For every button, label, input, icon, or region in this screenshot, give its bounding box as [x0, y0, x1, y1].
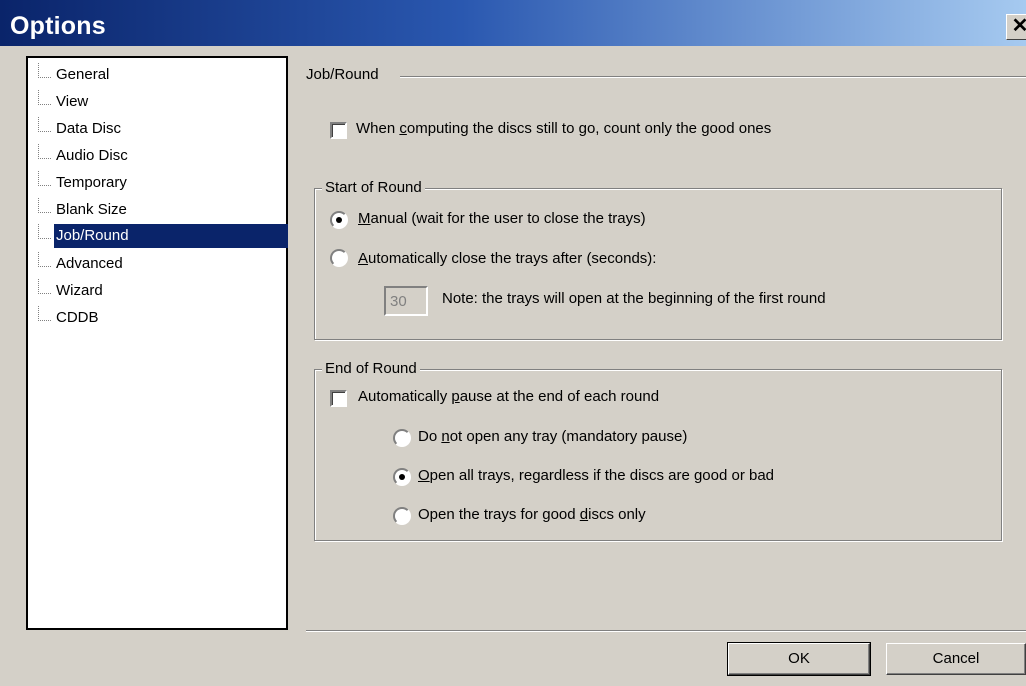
tree-connector [38, 63, 51, 78]
tree-connector [38, 252, 51, 267]
tree-connector [38, 279, 51, 294]
button-separator-highlight [306, 631, 1026, 632]
manual-label[interactable]: Manual (wait for the user to close the t… [358, 210, 646, 227]
trays-note: Note: the trays will open at the beginni… [442, 290, 826, 307]
manual-radio[interactable] [330, 211, 348, 229]
good-discs-label[interactable]: Open the trays for good discs only [418, 506, 646, 523]
auto-close-radio[interactable] [330, 249, 348, 267]
seconds-input[interactable] [384, 286, 428, 316]
ok-button[interactable]: OK [727, 642, 871, 676]
tree-connector [38, 144, 51, 159]
start-of-round-title: Start of Round [322, 179, 425, 196]
tree-connector [38, 90, 51, 105]
cancel-button[interactable]: Cancel [886, 643, 1026, 675]
close-icon[interactable]: ✕ [1006, 14, 1026, 40]
options-category-tree[interactable]: General View Data Disc Audio Disc Tempor… [26, 56, 288, 630]
title-bar[interactable]: Options ✕ [0, 0, 1026, 46]
title-rule-highlight [400, 77, 1026, 78]
tree-item-temporary[interactable]: Temporary [30, 171, 288, 195]
tree-connector [38, 198, 51, 213]
tree-connector [38, 306, 51, 321]
tree-item-wizard[interactable]: Wizard [30, 279, 288, 303]
tree-connector [38, 117, 51, 132]
tree-item-cddb[interactable]: CDDB [30, 306, 288, 330]
tree-item-blank-size[interactable]: Blank Size [30, 198, 288, 222]
open-all-label[interactable]: Open all trays, regardless if the discs … [418, 467, 774, 484]
end-of-round-title: End of Round [322, 360, 420, 377]
tree-item-general[interactable]: General [30, 63, 288, 87]
count-good-label[interactable]: When computing the discs still to go, co… [356, 120, 771, 137]
good-discs-radio[interactable] [393, 507, 411, 525]
tree-item-job-round[interactable]: Job/Round [30, 224, 288, 248]
count-good-checkbox[interactable] [330, 122, 347, 139]
tree-item-view[interactable]: View [30, 90, 288, 114]
open-all-radio[interactable] [393, 468, 411, 486]
tree-item-data-disc[interactable]: Data Disc [30, 117, 288, 141]
no-tray-label[interactable]: Do not open any tray (mandatory pause) [418, 428, 687, 445]
auto-pause-label[interactable]: Automatically pause at the end of each r… [358, 388, 659, 405]
auto-pause-checkbox[interactable] [330, 390, 347, 407]
page-title: Job/Round [306, 66, 379, 83]
no-tray-radio[interactable] [393, 429, 411, 447]
window-title: Options [10, 12, 106, 40]
tree-item-advanced[interactable]: Advanced [30, 252, 288, 276]
tree-connector [38, 224, 51, 239]
tree-item-audio-disc[interactable]: Audio Disc [30, 144, 288, 168]
auto-close-label[interactable]: Automatically close the trays after (sec… [358, 250, 656, 267]
tree-connector [38, 171, 51, 186]
